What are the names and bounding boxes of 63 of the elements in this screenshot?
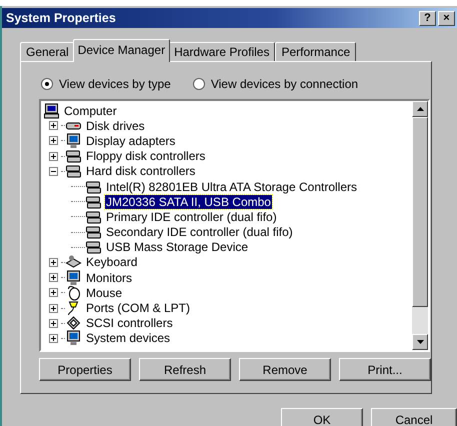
tree-item[interactable]: Mouse <box>85 286 124 300</box>
tab[interactable]: General <box>20 42 75 61</box>
mouse-icon <box>65 284 82 301</box>
controller-icon <box>65 163 82 180</box>
controller-icon <box>85 194 102 210</box>
computer-icon <box>43 102 60 119</box>
tree-item[interactable]: Secondary IDE controller (dual fifo) <box>105 225 294 240</box>
expand-toggle[interactable] <box>49 334 58 343</box>
action-button[interactable]: Refresh <box>139 358 231 381</box>
expand-toggle[interactable] <box>49 166 58 176</box>
tree-item[interactable]: Display adapters <box>85 134 176 148</box>
tree-item[interactable]: SCSI controllers <box>85 316 174 330</box>
expand-toggle[interactable] <box>49 136 58 146</box>
cancel-button[interactable]: Cancel <box>371 408 457 426</box>
action-button[interactable]: Properties <box>39 358 131 381</box>
view-option[interactable]: View devices by connection <box>192 77 358 91</box>
action-button[interactable]: Print... <box>339 358 431 381</box>
tree-item[interactable]: USB Mass Storage Device <box>105 240 250 254</box>
view-option[interactable]: View devices by type <box>41 77 171 91</box>
controller-icon <box>85 208 102 225</box>
help-button[interactable]: ? <box>419 10 436 26</box>
tree-item[interactable]: Ports (COM & LPT) <box>85 301 192 316</box>
tab[interactable]: Performance <box>275 42 356 61</box>
scroll-up-button[interactable] <box>412 101 428 117</box>
controller-icon <box>65 148 82 164</box>
caret-down-icon <box>416 340 424 344</box>
radio-button[interactable] <box>192 78 205 90</box>
close-button[interactable]: × <box>438 10 455 26</box>
tab[interactable]: Device Manager <box>72 39 170 62</box>
tree-item[interactable]: Keyboard <box>85 255 138 270</box>
tree-item[interactable]: Intel(R) 82801EB Ultra ATA Storage Controllers <box>105 180 358 194</box>
scsi-icon <box>65 315 82 332</box>
tree-item[interactable]: Floppy disk controllers <box>85 149 206 164</box>
tab[interactable]: Hardware Profiles <box>168 42 276 61</box>
monitor-icon <box>65 270 82 286</box>
tree-item[interactable]: JM20336 SATA II, USB Combo <box>105 194 272 209</box>
controller-icon <box>85 224 102 240</box>
keyboard-icon <box>65 254 82 270</box>
tree-item[interactable]: Computer <box>63 104 118 118</box>
controller-icon <box>85 239 102 256</box>
expand-toggle[interactable] <box>49 121 58 130</box>
expand-toggle[interactable] <box>49 318 58 328</box>
expand-toggle[interactable] <box>49 304 58 313</box>
scroll-thumb[interactable] <box>412 117 428 307</box>
window-title: System Properties <box>6 11 116 25</box>
monitor-icon <box>65 132 82 149</box>
radio-button[interactable] <box>41 78 53 90</box>
action-button[interactable]: Remove <box>239 358 331 381</box>
ok-button[interactable]: OK <box>281 408 363 426</box>
tree-item[interactable]: Primary IDE controller (dual fifo) <box>105 210 278 224</box>
tree-item[interactable]: Monitors <box>85 270 134 285</box>
scrollbar[interactable] <box>412 101 428 350</box>
expand-toggle[interactable] <box>49 152 58 161</box>
caret-up-icon <box>416 107 424 111</box>
monitor-icon <box>65 330 82 346</box>
expand-toggle[interactable] <box>49 258 58 267</box>
tree-item[interactable]: Hard disk controllers <box>85 164 196 178</box>
tree-item[interactable]: Disk drives <box>85 118 146 133</box>
tree-item[interactable]: System devices <box>85 331 172 346</box>
expand-toggle[interactable] <box>49 288 58 298</box>
controller-icon <box>85 178 102 195</box>
scroll-down-button[interactable] <box>412 334 428 350</box>
expand-toggle[interactable] <box>49 273 58 282</box>
